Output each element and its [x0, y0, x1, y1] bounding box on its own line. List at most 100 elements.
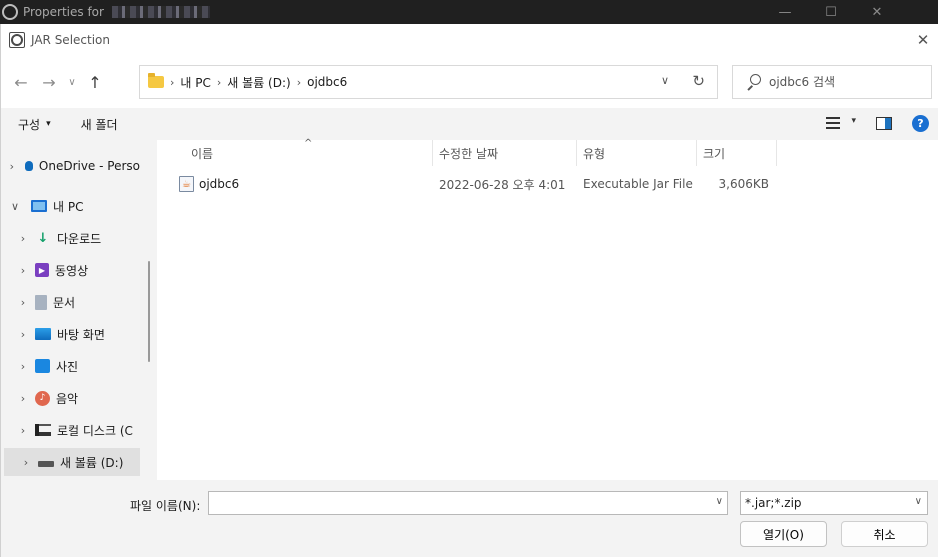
desktop-icon	[35, 328, 51, 340]
sidebar-item-documents[interactable]: › 문서	[1, 288, 140, 316]
new-folder-button[interactable]: 새 폴더	[81, 116, 118, 133]
command-bar: 구성 ▾ 새 폴더 ▾ ?	[1, 108, 938, 140]
sidebar-item-this-pc[interactable]: ∨ 내 PC	[1, 192, 140, 220]
recent-locations-button[interactable]: ∨	[63, 68, 81, 96]
dialog-title: JAR Selection	[31, 32, 110, 47]
redacted-text	[111, 6, 210, 18]
sidebar-item-local-disk-c[interactable]: › 로컬 디스크 (C	[1, 416, 140, 444]
music-icon: ♪	[35, 390, 50, 406]
sidebar-item-label: 새 볼륨 (D:)	[60, 455, 124, 470]
chevron-right-icon[interactable]: ›	[17, 360, 29, 373]
breadcrumb-separator[interactable]: ›	[217, 76, 221, 89]
breadcrumb-separator: ›	[170, 75, 175, 89]
back-button[interactable]: ←	[7, 68, 35, 96]
chevron-down-icon: ▾	[46, 119, 51, 129]
sidebar-item-music[interactable]: › ♪ 음악	[1, 384, 140, 412]
refresh-icon[interactable]: ↻	[692, 72, 705, 90]
sidebar-item-label: 사진	[56, 359, 79, 374]
file-size: 3,606KB	[718, 177, 769, 191]
file-modified: 2022-06-28 오후 4:01	[439, 177, 566, 192]
close-button[interactable]: ✕	[912, 29, 934, 51]
sidebar-item-volume-d[interactable]: › 새 볼륨 (D:)	[4, 448, 140, 476]
maximize-button[interactable]: ☐	[808, 0, 854, 24]
breadcrumb-ojdbc6[interactable]: ojdbc6	[307, 75, 347, 89]
sidebar-item-onedrive[interactable]: › OneDrive - Perso	[1, 152, 140, 180]
help-icon[interactable]: ?	[912, 115, 929, 132]
folder-icon	[148, 73, 164, 88]
local-disk-icon	[35, 424, 51, 436]
column-header-label: 크기	[703, 146, 726, 161]
file-name: ojdbc6	[199, 177, 240, 191]
jar-file-icon: ☕	[179, 176, 194, 192]
documents-icon	[35, 294, 47, 310]
breadcrumb-this-pc[interactable]: 내 PC	[180, 74, 210, 91]
file-type-filter[interactable]: *.jar;*.zip ∨	[740, 491, 928, 515]
sidebar-item-label: OneDrive - Perso	[38, 159, 140, 173]
sidebar-item-label: 문서	[53, 295, 76, 310]
sidebar-item-label: 동영상	[55, 263, 89, 278]
search-icon	[745, 74, 761, 90]
chevron-right-icon[interactable]: ›	[17, 328, 29, 341]
settings-icon	[2, 4, 18, 20]
download-icon: ↓	[37, 230, 49, 246]
preview-pane-icon[interactable]	[876, 117, 892, 130]
chevron-right-icon[interactable]: ›	[17, 264, 29, 277]
search-box[interactable]	[732, 65, 932, 99]
column-header-name[interactable]: 이름	[185, 140, 433, 166]
chevron-down-icon[interactable]: ∨	[9, 200, 21, 213]
chevron-right-icon[interactable]: ›	[17, 392, 29, 405]
minimize-button[interactable]: —	[762, 0, 808, 24]
nav-scrollbar[interactable]	[148, 261, 150, 362]
open-button[interactable]: 열기(O)	[740, 521, 827, 547]
view-list-icon[interactable]	[826, 117, 840, 129]
search-input[interactable]	[769, 75, 919, 89]
organize-button[interactable]: 구성 ▾	[18, 116, 51, 133]
chevron-right-icon[interactable]: ›	[17, 296, 29, 309]
view-options-chevron-icon[interactable]: ▾	[851, 116, 856, 126]
sidebar-item-videos[interactable]: › ▶ 동영상	[1, 256, 140, 284]
background-window-titlebar: Properties for — ☐ ✕	[0, 0, 900, 24]
breadcrumb-separator[interactable]: ›	[297, 76, 301, 89]
column-header-size[interactable]: 크기	[697, 140, 777, 166]
chevron-right-icon[interactable]: ›	[17, 232, 29, 245]
address-bar[interactable]: › 내 PC › 새 볼륨 (D:) › ojdbc6 ∨ ↻	[139, 65, 718, 99]
chevron-right-icon[interactable]: ›	[17, 424, 29, 437]
sidebar-item-downloads[interactable]: › ↓ 다운로드	[1, 224, 140, 252]
column-header-type[interactable]: 유형	[577, 140, 697, 166]
chevron-right-icon[interactable]: ›	[9, 160, 15, 173]
filename-field[interactable]	[209, 492, 705, 514]
onedrive-icon	[24, 161, 33, 171]
cancel-button[interactable]: 취소	[841, 521, 928, 547]
sidebar-item-desktop[interactable]: › 바탕 화면	[1, 320, 140, 348]
chevron-down-icon[interactable]: ∨	[915, 496, 922, 507]
up-button[interactable]: ↑	[81, 68, 109, 96]
forward-button[interactable]: →	[35, 68, 63, 96]
file-type: Executable Jar File	[583, 177, 693, 191]
file-list: ^ 이름 수정한 날짜 유형 크기 ☕ ojdbc6 2022-06-28 오후…	[157, 138, 938, 480]
table-row[interactable]: ☕ ojdbc6 2022-06-28 오후 4:01 Executable J…	[157, 172, 777, 196]
address-dropdown-icon[interactable]: ∨	[661, 74, 669, 87]
pictures-icon	[35, 359, 50, 373]
video-icon: ▶	[35, 263, 49, 277]
dialog-titlebar: JAR Selection	[1, 24, 938, 55]
sidebar-item-label: 바탕 화면	[57, 327, 105, 342]
chevron-right-icon[interactable]: ›	[20, 456, 32, 469]
background-window-title: Properties for	[23, 5, 104, 19]
pc-icon	[31, 200, 47, 212]
sidebar-item-label: 다운로드	[57, 231, 102, 246]
filename-combobox[interactable]: ∨	[208, 491, 728, 515]
filename-label: 파일 이름(N):	[130, 499, 201, 513]
address-row: ← → ∨ ↑ › 내 PC › 새 볼륨 (D:) › ojdbc6 ∨ ↻	[1, 57, 938, 107]
column-header-label: 유형	[583, 146, 606, 161]
file-name-cell: ☕ ojdbc6	[179, 172, 239, 196]
column-header-modified[interactable]: 수정한 날짜	[433, 140, 577, 166]
sidebar-item-label: 음악	[56, 391, 79, 406]
breadcrumb-volume-d[interactable]: 새 볼륨 (D:)	[227, 74, 290, 91]
chevron-down-icon[interactable]: ∨	[716, 496, 723, 507]
background-window-controls: — ☐ ✕	[762, 0, 900, 24]
background-close-button[interactable]: ✕	[854, 0, 900, 24]
sidebar-item-pictures[interactable]: › 사진	[1, 352, 140, 380]
sidebar-item-label: 로컬 디스크 (C	[57, 423, 133, 438]
dialog-footer: 파일 이름(N): ∨ *.jar;*.zip ∨ 열기(O) 취소	[1, 480, 938, 557]
navigation-pane: › OneDrive - Perso ∨ 내 PC › ↓ 다운로드 › ▶ 동…	[1, 140, 157, 480]
